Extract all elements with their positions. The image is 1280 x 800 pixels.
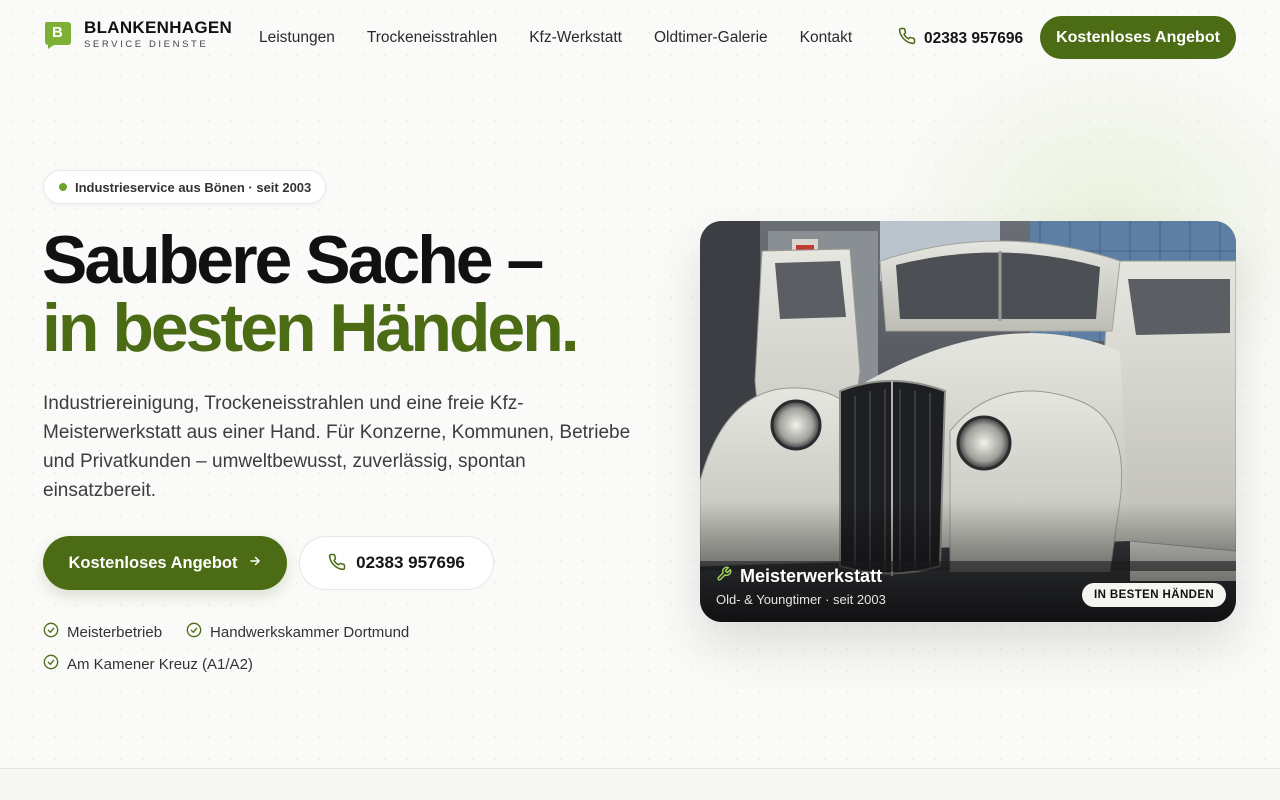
trust-list: Meisterbetrieb Handwerkskammer Dortmund … [43,622,463,675]
photo-caption: Meisterwerkstatt Old- & Youngtimer · sei… [716,566,886,607]
hero-headline-line2: in besten Händen. [42,290,580,366]
hero-headline: Saubere Sache – in besten Händen. [42,222,580,366]
next-section-edge [0,768,1280,800]
trust-item: Meisterbetrieb [43,622,162,643]
header-cta-button[interactable]: Kostenloses Angebot [1040,16,1236,59]
hero-badge-text: Industrieservice aus Bönen · seit 2003 [75,179,312,195]
hero-primary-cta-label: Kostenloses Angebot [68,553,238,572]
brand-tagline: SERVICE DIENSTE [84,39,209,50]
header-phone-link[interactable]: 02383 957696 [898,27,1023,50]
site-header: B BLANKENHAGEN SERVICE DIENSTE Leistunge… [0,0,1280,76]
caption-title-row: Meisterwerkstatt [716,566,886,587]
phone-icon [898,27,916,50]
caption-title: Meisterwerkstatt [740,566,883,586]
header-phone-number: 02383 957696 [924,29,1024,47]
wrench-icon [716,566,732,587]
nav-item-oldtimer-galerie[interactable]: Oldtimer-Galerie [654,28,768,48]
status-dot-icon [59,183,67,191]
workshop-photo-card: Meisterwerkstatt Old- & Youngtimer · sei… [700,221,1236,622]
check-circle-icon [186,622,202,643]
hero-primary-cta[interactable]: Kostenloses Angebot [43,536,287,590]
arrow-right-icon [248,554,262,573]
logo-mark-icon: B [44,21,72,49]
main-nav: Leistungen Trockeneisstrahlen Kfz-Werkst… [259,28,852,48]
hero-headline-line1: Saubere Sache – [42,222,544,298]
brand-logo[interactable]: B BLANKENHAGEN SERVICE DIENSTE [44,19,232,51]
trust-item: Handwerkskammer Dortmund [186,622,409,643]
hero-phone-button[interactable]: 02383 957696 [299,536,494,590]
hero-badge: Industrieservice aus Bönen · seit 2003 [43,170,327,204]
nav-item-kontakt[interactable]: Kontakt [800,28,853,48]
logo-text: BLANKENHAGEN SERVICE DIENSTE [84,19,232,51]
phone-icon [328,553,346,574]
check-circle-icon [43,654,59,675]
trust-item-label: Am Kamener Kreuz (A1/A2) [67,655,253,673]
trust-item-label: Meisterbetrieb [67,623,163,641]
nav-item-trockeneisstrahlen[interactable]: Trockeneisstrahlen [367,28,497,48]
nav-item-kfz-werkstatt[interactable]: Kfz-Werkstatt [529,28,622,48]
nav-item-leistungen[interactable]: Leistungen [259,28,335,48]
trust-item-label: Handwerkskammer Dortmund [210,623,410,641]
caption-subtitle: Old- & Youngtimer · seit 2003 [716,592,886,607]
logo-letter: B [52,24,63,41]
hero-phone-number: 02383 957696 [356,553,465,572]
check-circle-icon [43,622,59,643]
trust-item: Am Kamener Kreuz (A1/A2) [43,654,253,675]
brand-name: BLANKENHAGEN [84,18,233,37]
hero-lead: Industriereinigung, Trockeneisstrahlen u… [43,393,631,501]
caption-badge: IN BESTEN HÄNDEN [1082,583,1227,607]
